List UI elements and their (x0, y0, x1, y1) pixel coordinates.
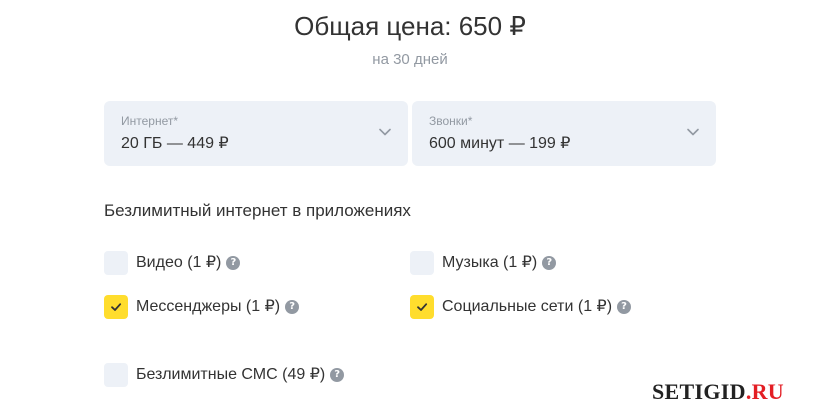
unlimited-sms-option-label: Безлимитные СМС (49 ₽) (136, 366, 326, 383)
video-checkbox[interactable] (104, 251, 128, 275)
watermark-main: SETIGID (652, 379, 746, 404)
question-circle-icon[interactable]: ? (285, 300, 300, 314)
watermark-suffix: .RU (745, 379, 784, 404)
unlimited-apps-title: Безлимитный интернет в приложениях (104, 201, 411, 220)
checkmark-icon (417, 303, 428, 311)
option-unlimited-sms[interactable]: Безлимитные СМС (49 ₽) ? (104, 362, 345, 388)
total-price: Общая цена: 650 ₽ (294, 11, 526, 41)
unlimited-sms-checkbox[interactable] (104, 363, 128, 387)
calls-select-value: 600 минут — 199 ₽ (429, 135, 571, 152)
question-circle-icon[interactable]: ? (330, 368, 345, 382)
messengers-checkbox[interactable] (104, 295, 128, 319)
social-networks-checkbox[interactable] (410, 295, 434, 319)
chevron-down-icon (379, 128, 391, 136)
video-option-label: Видео (1 ₽) (136, 254, 222, 271)
calls-select-label: Звонки* (429, 114, 473, 128)
music-option-label: Музыка (1 ₽) (442, 254, 538, 271)
option-messengers[interactable]: Мессенджеры (1 ₽) ? (104, 294, 300, 320)
calls-select[interactable]: Звонки* 600 минут — 199 ₽ (412, 101, 716, 166)
site-watermark: SETIGID.RU (652, 378, 784, 406)
internet-select[interactable]: Интернет* 20 ГБ — 449 ₽ (104, 101, 408, 166)
checkmark-icon (111, 303, 122, 311)
question-circle-icon[interactable]: ? (617, 300, 632, 314)
option-music[interactable]: Музыка (1 ₽) ? (410, 250, 557, 276)
question-circle-icon[interactable]: ? (542, 256, 557, 270)
question-circle-icon[interactable]: ? (226, 256, 241, 270)
internet-select-value: 20 ГБ — 449 ₽ (121, 135, 229, 152)
option-video[interactable]: Видео (1 ₽) ? (104, 250, 241, 276)
chevron-down-icon (687, 128, 699, 136)
messengers-option-label: Мессенджеры (1 ₽) (136, 298, 281, 315)
option-social-networks[interactable]: Социальные сети (1 ₽) ? (410, 294, 632, 320)
internet-select-label: Интернет* (121, 114, 179, 128)
music-checkbox[interactable] (410, 251, 434, 275)
price-period: на 30 дней (372, 51, 448, 68)
social-networks-option-label: Социальные сети (1 ₽) (442, 298, 613, 315)
